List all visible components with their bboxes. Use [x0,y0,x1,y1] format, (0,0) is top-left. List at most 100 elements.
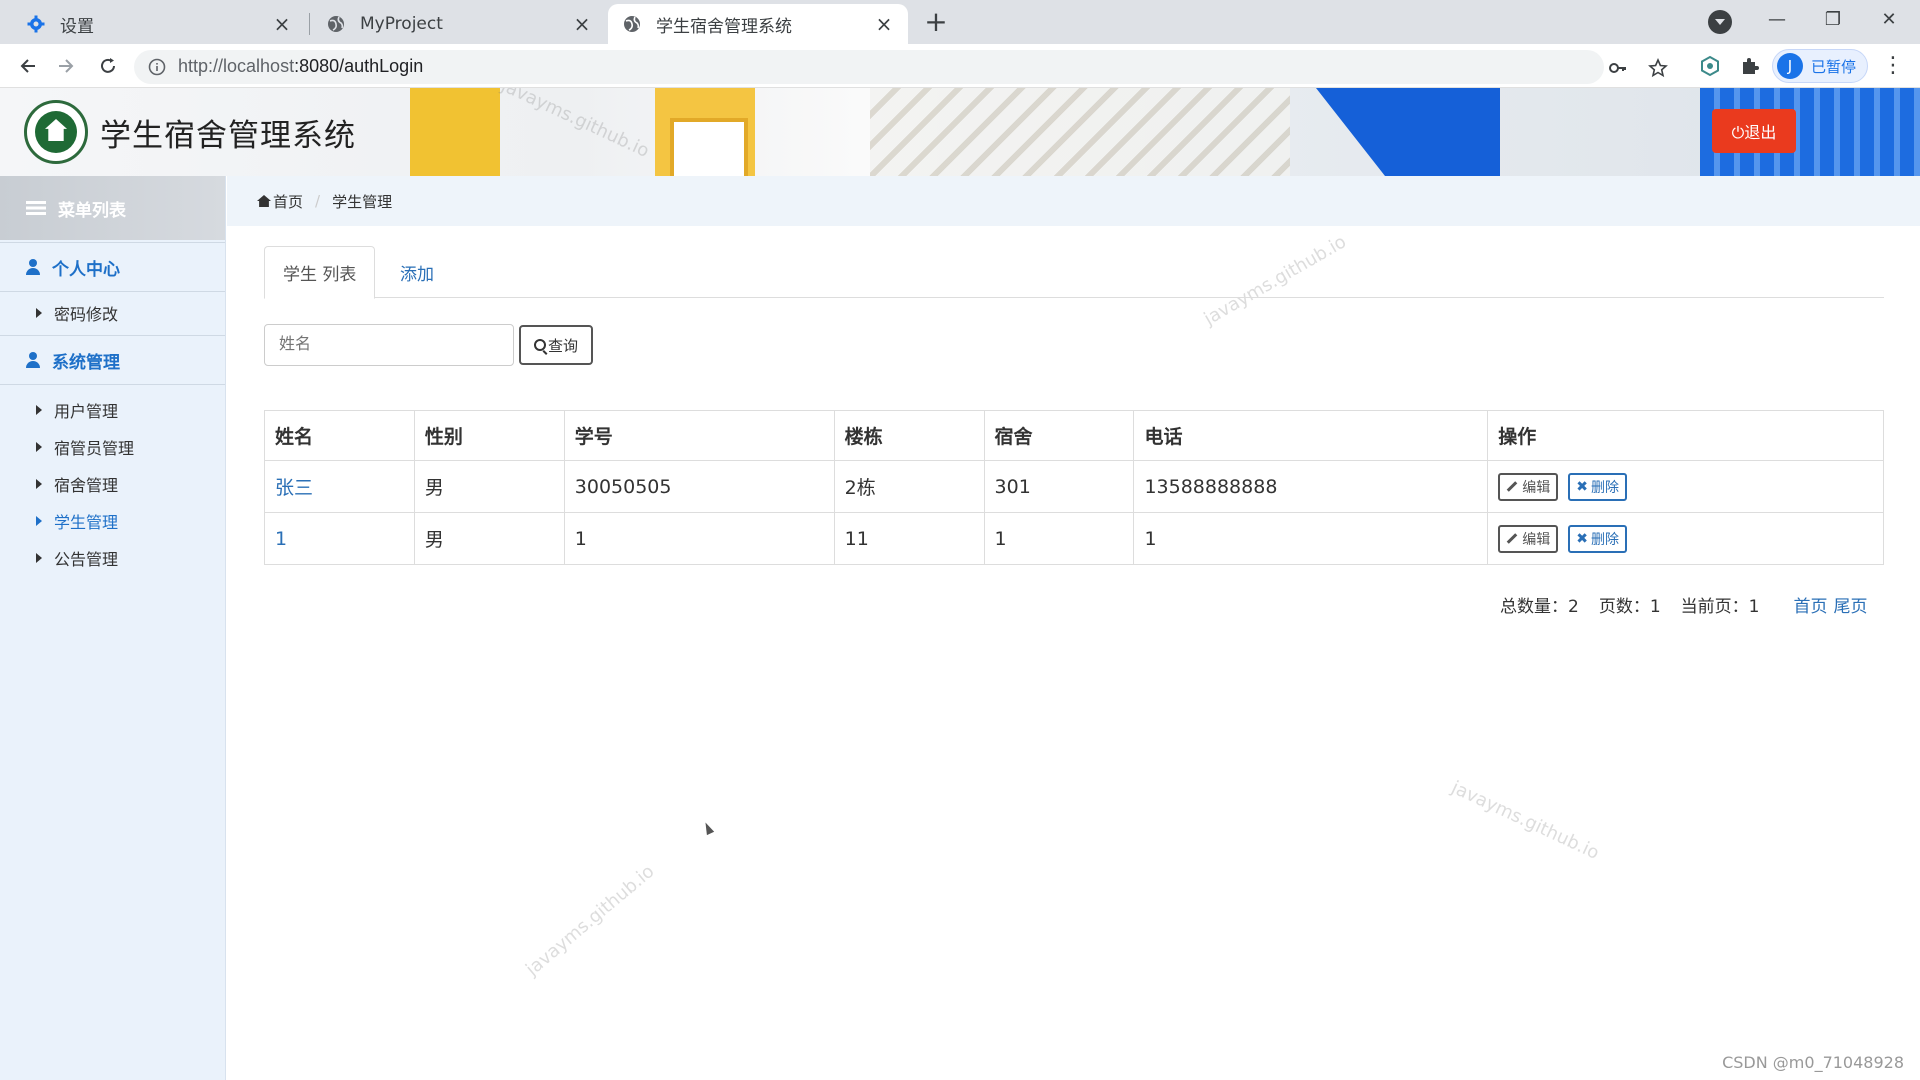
close-icon[interactable]: × [572,14,592,34]
browser-tab-myproject[interactable]: MyProject × [312,4,606,44]
page-count: 页数：1 [1598,597,1661,617]
tab-student-list[interactable]: 学生 列表 [264,246,376,299]
browser-tab-label: 学生宿舍管理系统 [656,16,792,37]
table-row: 1 男 1 11 1 1 编辑 ✖ 删除 [264,512,1884,565]
sidebar-item-users[interactable]: 用户管理 [0,391,225,428]
delete-button[interactable]: ✖ 删除 [1568,472,1628,501]
cell-student-id: 30050505 [563,460,835,513]
minimize-icon[interactable]: — [1752,4,1802,36]
new-tab-button[interactable]: + [922,8,950,36]
caret-right-icon [36,307,47,318]
url-path: :8080/authLogin [294,56,424,76]
column-header: 性别 [413,410,565,461]
column-header: 姓名 [264,410,415,461]
sidebar-item-label: 密码修改 [54,304,119,324]
breadcrumb-current: 学生管理 [332,192,393,211]
close-icon[interactable]: × [874,14,894,34]
window-close-icon[interactable]: ✕ [1864,4,1914,36]
caret-right-icon [36,515,47,526]
tab-divider [309,13,310,35]
cell-room: 1 [983,512,1135,565]
current-page: 当前页：1 [1680,597,1760,617]
header-banner-image [1316,88,1500,176]
user-icon [26,259,40,275]
address-bar[interactable]: http://localhost:8080/authLogin [134,50,1668,84]
column-header: 学号 [563,410,835,461]
last-page-link[interactable]: 尾页 [1833,592,1867,617]
cell-phone: 1 [1133,512,1489,565]
tab-search-icon[interactable] [1708,10,1732,34]
cell-room: 301 [983,460,1135,513]
logout-button[interactable]: ⏻退出 [1712,109,1796,153]
globe-icon [622,14,642,34]
site-info-icon[interactable] [148,58,166,76]
avatar: J [1777,53,1803,79]
footer-credit: CSDN @m0_71048928 [1722,1053,1904,1072]
name-search-input[interactable] [264,324,514,366]
key-icon[interactable] [1608,58,1628,78]
sidebar-item-dorms[interactable]: 宿舍管理 [0,465,225,502]
watermark: javayms.github.io [1448,777,1603,864]
edit-button[interactable]: 编辑 [1498,524,1559,553]
column-header: 楼栋 [833,410,985,461]
search-button-label: 查询 [547,336,578,355]
sidebar-group-system[interactable]: 系统管理 [0,335,225,385]
bookmark-star-icon[interactable] [1648,57,1668,78]
puzzle-icon[interactable] [1736,52,1764,80]
browser-tab-bar: 设置 × MyProject × 学生宿舍管理系统 × + — ❐ ✕ [0,0,1920,44]
cell-name: 张三 [264,460,415,513]
gear-icon [26,14,46,34]
menu-header: 菜单列表 [0,176,225,240]
more-menu-icon[interactable]: ⋮ [1882,54,1904,78]
profile-button[interactable]: J 已暂停 [1772,49,1868,83]
browser-tab-settings[interactable]: 设置 × [12,4,306,44]
caret-right-icon [36,441,47,452]
user-icon [26,352,40,368]
cell-name: 1 [264,512,415,565]
edit-label: 编辑 [1522,479,1551,496]
pagination: 总数量：2 页数：1 当前页：1 首页 尾页 [1500,592,1867,617]
total-count: 总数量：2 [1500,597,1579,617]
search-button[interactable]: 查询 [519,325,593,365]
sidebar-item-students[interactable]: 学生管理 [0,502,225,539]
browser-tab-active[interactable]: 学生宿舍管理系统 × [608,4,908,44]
breadcrumb-home[interactable]: 首页 [273,191,303,212]
url-host: http://localhost [178,56,295,76]
forward-icon[interactable] [52,52,80,80]
delete-button[interactable]: ✖ 删除 [1568,524,1628,553]
sidebar-item-dorm-managers[interactable]: 宿管员管理 [0,428,225,465]
delete-label: 删除 [1591,531,1620,548]
browser-toolbar: http://localhost:8080/authLogin J 已暂停 ⋮ [0,44,1920,88]
student-table: 姓名 性别 学号 楼栋 宿舍 电话 操作 张三 男 30050505 2栋 30… [264,410,1884,565]
table-row: 张三 男 30050505 2栋 301 13588888888 编辑 ✖ 删除 [264,460,1884,513]
cell-building: 11 [833,512,985,565]
cell-actions: 编辑 ✖ 删除 [1487,460,1884,513]
column-header: 电话 [1133,410,1489,461]
browser-tab-label: MyProject [360,14,443,34]
cell-gender: 男 [413,512,565,565]
sidebar-group-personal[interactable]: 个人中心 [0,242,225,292]
header-banner-image [655,88,755,176]
pager-links: 首页 尾页 [1793,592,1867,617]
student-name-link[interactable]: 1 [275,528,287,550]
sidebar-item-label: 用户管理 [54,401,119,421]
home-icon [257,195,271,207]
sidebar-item-label: 学生管理 [54,512,119,532]
sidebar-item-label: 宿舍管理 [54,475,119,495]
sidebar-item-notices[interactable]: 公告管理 [0,539,225,576]
student-name-link[interactable]: 张三 [275,477,313,499]
back-icon[interactable] [14,52,42,80]
extension-icon[interactable] [1696,52,1724,80]
close-icon[interactable]: × [272,14,292,34]
column-header: 宿舍 [983,410,1135,461]
edit-button[interactable]: 编辑 [1498,472,1559,501]
first-page-link[interactable]: 首页 [1793,592,1827,617]
reload-icon[interactable] [94,52,122,80]
tab-add[interactable]: 添加 [382,246,452,299]
app-header: 学生宿舍管理系统 javayms.github.io ⏻退出 [0,88,1920,176]
sidebar-item-password[interactable]: 密码修改 [0,294,225,331]
caret-right-icon [36,478,47,489]
breadcrumb: 首页 / 学生管理 [227,176,1920,226]
cell-actions: 编辑 ✖ 删除 [1487,512,1884,565]
restore-icon[interactable]: ❐ [1808,4,1858,36]
